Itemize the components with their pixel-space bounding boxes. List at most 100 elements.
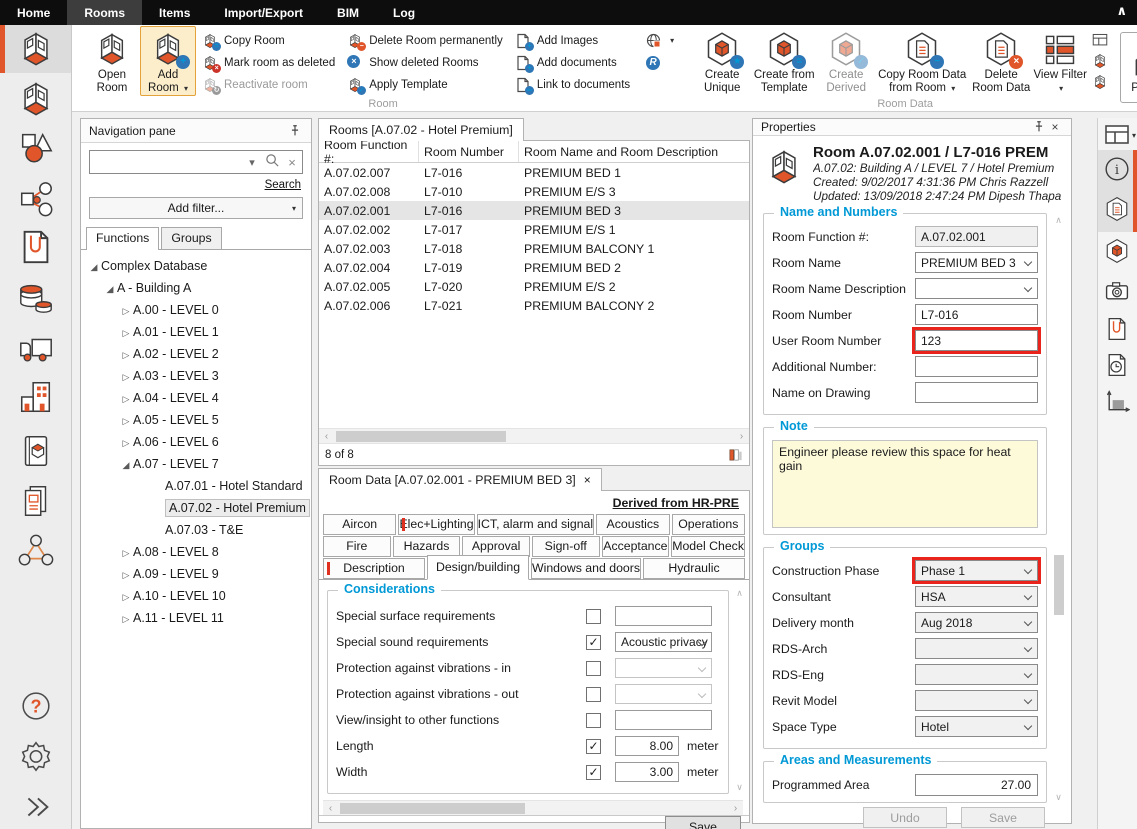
tree-expander-icon[interactable]: ▷ <box>119 366 133 388</box>
tree-node[interactable]: ▷A.11 - LEVEL 11 <box>81 607 311 629</box>
column-header-room-function[interactable]: Room Function #: <box>319 141 419 162</box>
tree-node[interactable]: ▷A.06 - LEVEL 6 <box>81 431 311 453</box>
consideration-value-field[interactable]: 8.00 <box>615 736 679 756</box>
create-unique-button[interactable]: ★ Create Unique <box>694 26 750 96</box>
top-menu-tab[interactable]: Log <box>376 0 432 25</box>
property-field-input[interactable]: 123 <box>915 330 1038 351</box>
tree-expander-icon[interactable]: ◢ <box>103 278 117 300</box>
room-row[interactable]: A.07.02.001 L7-016 PREMIUM BED 3 <box>319 201 749 220</box>
checkbox[interactable] <box>586 661 601 676</box>
room-data-tab[interactable]: Approval <box>462 536 530 557</box>
sidebar-item-finance[interactable] <box>0 273 71 321</box>
checkbox[interactable]: ✓ <box>586 739 601 754</box>
tree-node[interactable]: A.07.01 - Hotel Standard <box>81 475 311 497</box>
property-field-input[interactable] <box>915 382 1038 403</box>
tab-groups[interactable]: Groups <box>161 227 221 249</box>
info-panel-button[interactable] <box>1102 154 1132 184</box>
top-menu-tab[interactable]: Rooms <box>67 0 142 25</box>
room-data-tab[interactable]: Acoustics <box>596 514 669 535</box>
save-button[interactable]: Save <box>961 807 1045 828</box>
tree-expander-icon[interactable]: ▷ <box>119 608 133 630</box>
tree-expander-icon[interactable]: ▷ <box>119 322 133 344</box>
measurements-panel-button[interactable] <box>1102 386 1132 416</box>
attachments-panel-button[interactable] <box>1102 314 1132 344</box>
tree-node[interactable]: ▷A.09 - LEVEL 9 <box>81 563 311 585</box>
room-data-tab[interactable]: Aircon <box>323 514 396 535</box>
copy-room-data-button[interactable]: − Copy Room Data from Room ▾ <box>874 26 970 96</box>
tree-node[interactable]: ◢A.07 - LEVEL 7 <box>81 453 311 475</box>
property-field-input[interactable]: A.07.02.001 <box>915 226 1038 247</box>
room-data-tab[interactable]: Fire <box>323 536 391 557</box>
close-tab-icon[interactable]: × <box>584 473 591 487</box>
copy-room-button[interactable]: = Copy Room <box>196 30 341 51</box>
checkbox[interactable]: ✓ <box>586 765 601 780</box>
tree-node[interactable]: ▷A.08 - LEVEL 8 <box>81 541 311 563</box>
tree-node[interactable]: ◢A - Building A <box>81 277 311 299</box>
tree-expander-icon[interactable]: ▷ <box>119 410 133 432</box>
sidebar-item-rooms[interactable] <box>0 25 71 73</box>
sidebar-item-items[interactable] <box>0 123 71 171</box>
tree-expander-icon[interactable]: ▷ <box>119 388 133 410</box>
checkbox[interactable] <box>586 713 601 728</box>
web-button[interactable]: ▾ <box>640 30 680 51</box>
tree-node[interactable]: ▷A.04 - LEVEL 4 <box>81 387 311 409</box>
room-data-panel-tab[interactable]: Room Data [A.07.02.001 - PREMIUM BED 3] … <box>318 468 602 491</box>
property-field-dropdown[interactable]: Aug 2018 <box>915 612 1038 633</box>
room-data-sheet-button[interactable] <box>1102 194 1132 224</box>
tree-node[interactable]: A.07.02 - Hotel Premium <box>81 497 311 519</box>
sidebar-item-documents[interactable] <box>0 223 71 271</box>
room-sync-icon[interactable] <box>1092 53 1110 69</box>
property-field-dropdown[interactable]: Hotel <box>915 716 1038 737</box>
sidebar-item-logistics[interactable] <box>0 325 71 373</box>
show-deleted-rooms-button[interactable]: × Show deleted Rooms <box>341 52 509 73</box>
checkbox[interactable] <box>586 687 601 702</box>
tree-expander-icon[interactable]: ◢ <box>87 256 101 278</box>
room-row[interactable]: A.07.02.008 L7-010 PREMIUM E/S 3 <box>319 182 749 201</box>
mark-room-deleted-button[interactable]: × Mark room as deleted <box>196 52 341 73</box>
tree-expander-icon[interactable]: ▷ <box>119 564 133 586</box>
tree-expander-icon[interactable]: ▷ <box>119 300 133 322</box>
undo-button[interactable]: Undo <box>863 807 947 828</box>
sidebar-item-settings[interactable] <box>0 732 71 780</box>
tree-node[interactable]: ▷A.01 - LEVEL 1 <box>81 321 311 343</box>
column-chooser-icon[interactable] <box>728 447 743 462</box>
sidebar-item-buildings[interactable] <box>0 373 71 421</box>
tree-expander-icon[interactable]: ▷ <box>119 344 133 366</box>
top-menu-tab[interactable]: Home <box>0 0 67 25</box>
roomdata-scroll-up-icon[interactable]: ∧ <box>733 588 746 599</box>
search-icon[interactable] <box>262 153 282 171</box>
property-field-dropdown[interactable] <box>915 690 1038 711</box>
create-derived-button[interactable]: ✓ Create Derived <box>818 26 874 96</box>
room-data-tab[interactable]: ICT, alarm and signal <box>477 514 595 535</box>
consideration-value-field[interactable] <box>615 684 712 704</box>
sidebar-item-catalogs[interactable] <box>0 427 71 475</box>
roomdata-hscrollbar[interactable]: ‹› <box>323 800 743 815</box>
roomdata-scroll-down-icon[interactable]: ∨ <box>733 782 746 793</box>
column-header-room-name[interactable]: Room Name and Room Description <box>519 141 749 162</box>
room-row[interactable]: A.07.02.003 L7-018 PREMIUM BALCONY 1 <box>319 239 749 258</box>
sidebar-item-room-templates[interactable] <box>0 75 71 123</box>
tree-node[interactable]: ▷A.10 - LEVEL 10 <box>81 585 311 607</box>
property-field-dropdown[interactable]: Phase 1 <box>915 560 1038 581</box>
tree-node[interactable]: ▷A.03 - LEVEL 3 <box>81 365 311 387</box>
derived-from-link[interactable]: Derived from HR-PRE <box>613 496 739 510</box>
room-data-tab[interactable]: Model Check <box>671 536 745 557</box>
search-dropdown-icon[interactable]: ▾ <box>242 156 262 169</box>
tree-node[interactable]: ▷A.05 - LEVEL 5 <box>81 409 311 431</box>
room-data-tab[interactable]: Description <box>323 558 425 579</box>
property-field-input[interactable]: L7-016 <box>915 304 1038 325</box>
column-header-room-number[interactable]: Room Number <box>419 141 519 162</box>
room-row[interactable]: A.07.02.007 L7-016 PREMIUM BED 1 <box>319 163 749 182</box>
tree-node[interactable]: ▷A.02 - LEVEL 2 <box>81 343 311 365</box>
view-filter-button[interactable]: View Filter ▾ <box>1032 26 1088 96</box>
checkbox[interactable]: ✓ <box>586 635 601 650</box>
room-data-tab[interactable]: Elec+Lighting <box>398 514 474 535</box>
property-field-input[interactable] <box>915 278 1038 299</box>
add-documents-button[interactable]: + Add documents <box>509 52 636 73</box>
room-row[interactable]: A.07.02.002 L7-017 PREMIUM E/S 1 <box>319 220 749 239</box>
room-row[interactable]: A.07.02.004 L7-019 PREMIUM BED 2 <box>319 258 749 277</box>
tree-expander-icon[interactable]: ◢ <box>119 454 133 476</box>
programmed-area-input[interactable]: 27.00 <box>915 774 1038 796</box>
revit-button[interactable]: R <box>640 52 680 73</box>
project-button[interactable]: Project <box>1121 39 1137 96</box>
